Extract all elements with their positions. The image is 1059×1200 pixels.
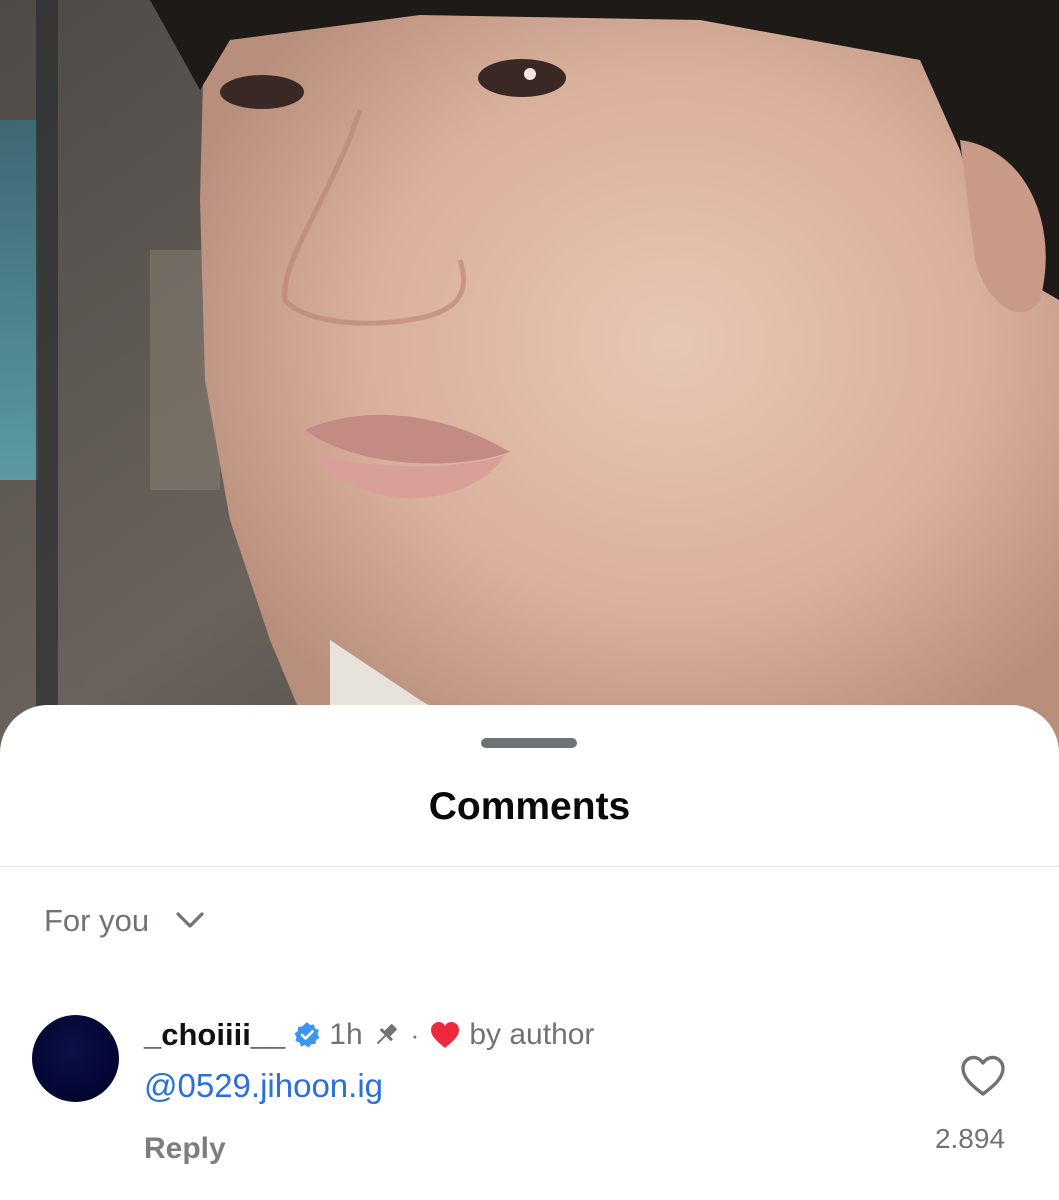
avatar[interactable]	[32, 1015, 119, 1102]
heart-filled-icon	[429, 1020, 461, 1050]
comments-sheet: Comments For you _choiiii__ 1h · by auth…	[0, 705, 1059, 1200]
verified-badge-icon	[293, 1021, 321, 1049]
comment-timestamp: 1h	[329, 1018, 363, 1051]
video-frame-image	[0, 0, 1059, 760]
meta-separator: ·	[410, 1019, 420, 1050]
chevron-down-icon	[175, 911, 205, 934]
comment-username[interactable]: _choiiii__	[144, 1017, 285, 1053]
video-background[interactable]	[0, 0, 1059, 760]
comment-mention-link[interactable]: @0529.jihoon.ig	[144, 1067, 383, 1105]
pin-icon	[371, 1020, 401, 1050]
comment-item: _choiiii__ 1h · by author @0529.jihoon.i…	[0, 1005, 1059, 1195]
liked-by-author-label: by author	[469, 1018, 595, 1051]
sheet-grabber-handle[interactable]	[481, 738, 577, 748]
screen: Comments For you _choiiii__ 1h · by auth…	[0, 0, 1059, 1200]
sheet-divider	[0, 866, 1059, 867]
comment-meta: _choiiii__ 1h · by author	[144, 1013, 594, 1057]
sort-label: For you	[44, 903, 150, 938]
like-count: 2.894	[934, 1123, 1006, 1154]
sheet-title: Comments	[428, 785, 631, 828]
heart-outline-icon	[961, 1055, 1005, 1096]
like-button[interactable]	[958, 1053, 1008, 1099]
reply-button[interactable]: Reply	[144, 1132, 226, 1166]
sort-dropdown[interactable]: For you	[44, 901, 205, 941]
